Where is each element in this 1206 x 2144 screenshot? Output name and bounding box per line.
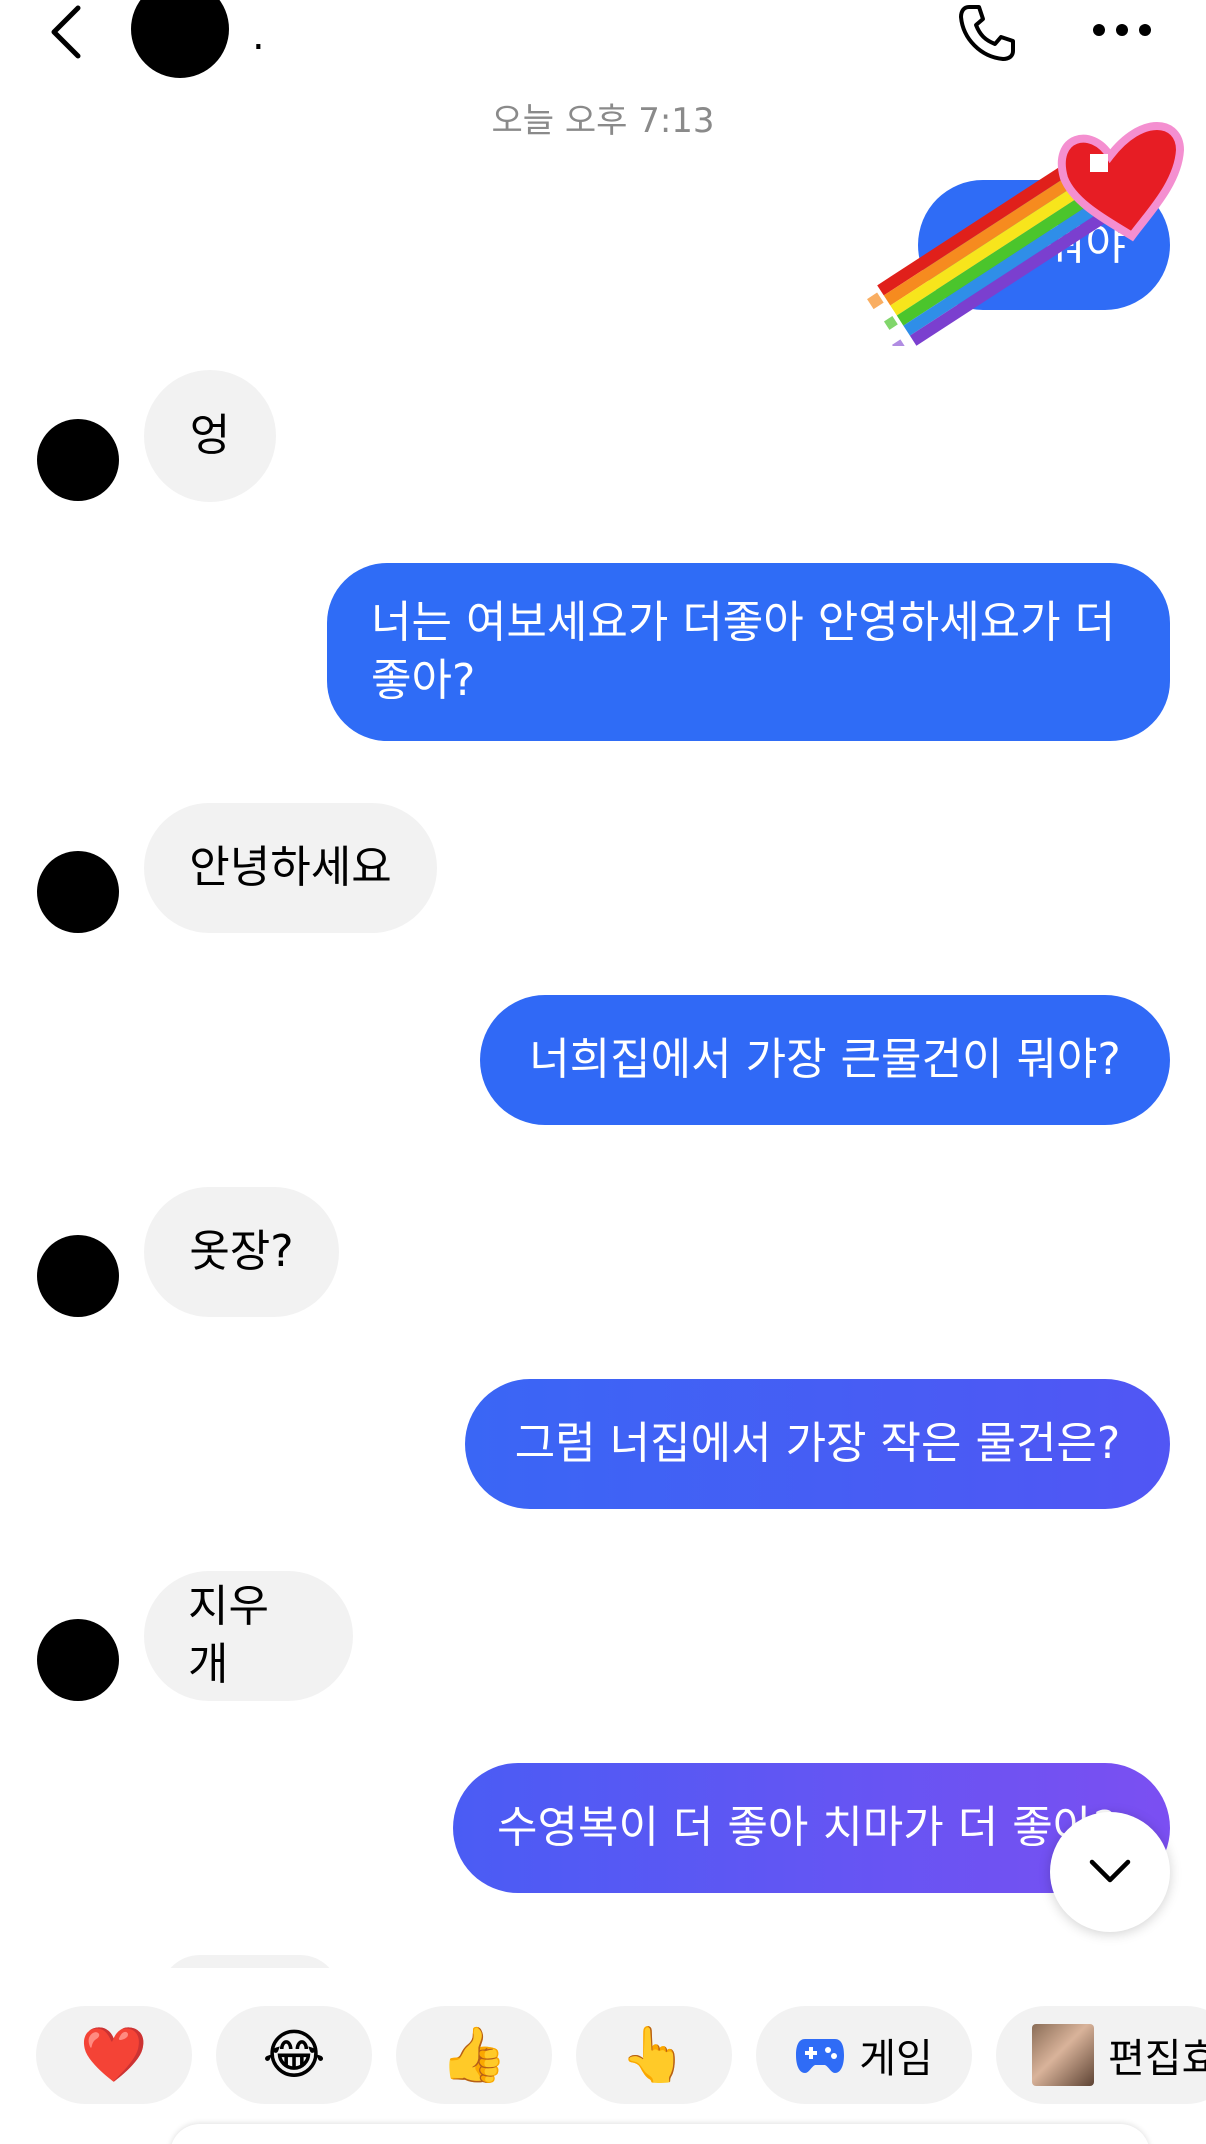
phone-icon bbox=[959, 5, 1015, 61]
back-button[interactable] bbox=[36, 0, 96, 64]
chevron-down-icon bbox=[1089, 1859, 1131, 1883]
photo-thumbnail bbox=[1032, 2024, 1094, 2086]
quick-reply-label: 편집효 bbox=[1108, 2036, 1206, 2082]
quick-reply-point[interactable]: 👆 bbox=[576, 2006, 732, 2104]
quick-reply-laugh[interactable]: 😂 bbox=[216, 2006, 372, 2104]
chevron-left-icon bbox=[51, 5, 81, 59]
message-text: 옷장? bbox=[189, 1226, 294, 1277]
contact-avatar[interactable] bbox=[131, 0, 229, 78]
quick-reply-thumbs-up[interactable]: 👍 bbox=[396, 2006, 552, 2104]
scroll-to-bottom-button[interactable] bbox=[1050, 1812, 1170, 1932]
my-message-bubble[interactable]: 그럼 너집에서 가장 작은 물건은? bbox=[465, 1379, 1170, 1509]
quick-reply-bar: ❤️ 😂 👍 👆 게임 편집효 bbox=[0, 1968, 1206, 2144]
contact-avatar[interactable] bbox=[37, 1619, 119, 1701]
contact-avatar[interactable] bbox=[37, 419, 119, 501]
contact-avatar[interactable] bbox=[37, 851, 119, 933]
message-text: 안녕하세요 bbox=[189, 842, 392, 893]
message-text: 지우개 bbox=[188, 1581, 269, 1690]
quick-reply-label: 게임 bbox=[859, 2036, 933, 2082]
chat-header: . bbox=[0, 0, 1206, 84]
contact-name[interactable]: . bbox=[252, 16, 265, 56]
quick-reply-photo[interactable]: 편집효 bbox=[996, 2006, 1206, 2104]
message-input-bar[interactable] bbox=[170, 2124, 1150, 2144]
contact-avatar[interactable] bbox=[37, 1235, 119, 1317]
their-message-bubble[interactable]: 지우개 bbox=[144, 1571, 353, 1701]
message-text: 너희집에서 가장 큰물건이 뭐야? bbox=[529, 1034, 1121, 1085]
rainbow-heart-sticker[interactable] bbox=[842, 86, 1192, 346]
quick-reply-heart[interactable]: ❤️ bbox=[36, 2006, 192, 2104]
more-button[interactable] bbox=[1088, 8, 1156, 52]
quick-reply-game[interactable]: 게임 bbox=[756, 2006, 972, 2104]
their-message-bubble[interactable]: 옷장? bbox=[144, 1187, 339, 1317]
my-message-bubble[interactable]: 너희집에서 가장 큰물건이 뭐야? bbox=[480, 995, 1170, 1125]
point-icon: 👆 bbox=[620, 2023, 688, 2086]
game-controller-icon bbox=[796, 2039, 845, 2073]
more-horizontal-icon bbox=[1093, 24, 1151, 36]
my-message-bubble[interactable]: 너는 여보세요가 더좋아 안영하세요가 더 좋아? bbox=[327, 563, 1170, 741]
their-message-bubble[interactable]: 안녕하세요 bbox=[144, 803, 437, 933]
heart-icon: ❤️ bbox=[80, 2023, 148, 2086]
message-text: 수영복이 더 좋아 치마가 더 좋아? bbox=[497, 1802, 1117, 1853]
thumbs-up-icon: 👍 bbox=[440, 2023, 508, 2086]
laugh-icon: 😂 bbox=[262, 2023, 326, 2086]
message-text: 너는 여보세요가 더좋아 안영하세요가 더 좋아? bbox=[371, 597, 1116, 706]
call-button[interactable] bbox=[952, 0, 1022, 66]
message-text: 엉 bbox=[189, 410, 231, 461]
their-message-bubble[interactable]: 엉 bbox=[144, 370, 276, 502]
message-text: 그럼 너집에서 가장 작은 물건은? bbox=[514, 1418, 1121, 1469]
